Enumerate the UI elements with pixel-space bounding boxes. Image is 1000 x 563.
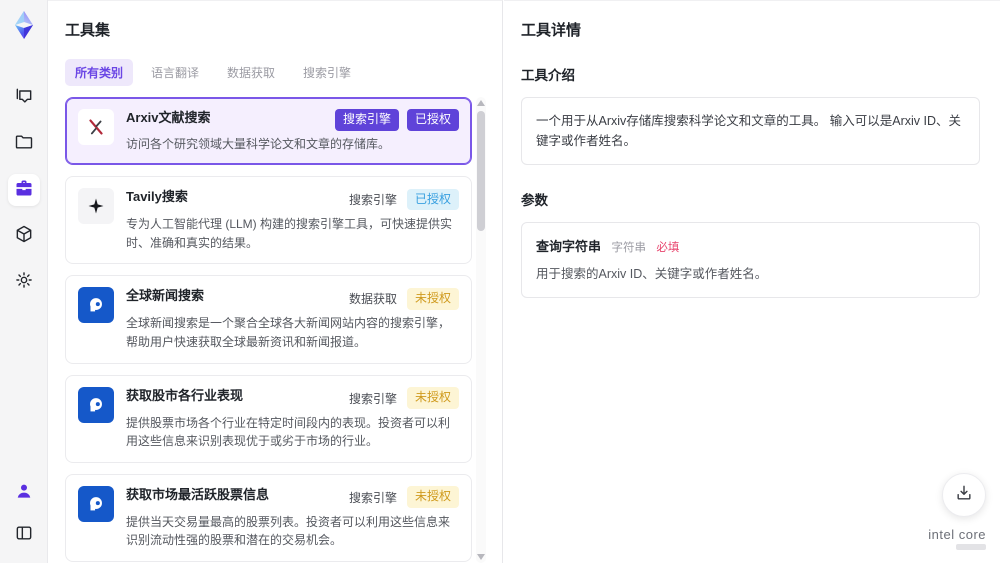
- page-title: 工具集: [65, 22, 111, 39]
- intro-box: 一个用于从Arxiv存储库搜索科学论文和文章的工具。 输入可以是Arxiv ID…: [521, 97, 980, 165]
- arxiv-logo-icon: [78, 109, 114, 145]
- tool-name: Tavily搜索: [126, 189, 188, 205]
- sidebar-item-collapse[interactable]: [8, 519, 40, 551]
- category-badge: 搜索引擎: [348, 193, 397, 208]
- sidebar-item-packages[interactable]: [8, 220, 40, 252]
- tool-name: 获取股市各行业表现: [126, 387, 244, 403]
- brand-text: intel core: [928, 527, 986, 542]
- intel-core-logo: intel core: [928, 527, 986, 550]
- brand-subtext-bar: [956, 544, 986, 550]
- news-blue-logo-icon: [78, 287, 114, 324]
- cube-icon: [14, 224, 34, 249]
- tavily-star-icon: [78, 188, 114, 225]
- tool-name: 全球新闻搜索: [126, 288, 205, 304]
- tab-data-fetch[interactable]: 数据获取: [217, 59, 285, 86]
- scroll-down-icon[interactable]: [477, 554, 485, 560]
- download-button[interactable]: [942, 473, 986, 517]
- sidebar-item-user[interactable]: [8, 477, 40, 509]
- gear-icon: [14, 270, 34, 295]
- tool-name: 获取市场最活跃股票信息: [126, 486, 270, 502]
- tool-description: 访问各个研究领域大量科学论文和文章的存储库。: [126, 136, 391, 151]
- tool-name: Arxiv文献搜索: [126, 110, 211, 125]
- download-icon: [954, 483, 974, 508]
- intro-text: 一个用于从Arxiv存储库搜索科学论文和文章的工具。 输入可以是Arxiv ID…: [536, 114, 962, 148]
- auth-status-badge: 已授权: [406, 109, 459, 131]
- category-tabs: 所有类别 语言翻译 数据获取 搜索引擎: [65, 59, 486, 86]
- tool-detail-panel: 工具详情 工具介绍 一个用于从Arxiv存储库搜索科学论文和文章的工具。 输入可…: [504, 0, 1000, 563]
- sidebar-item-files[interactable]: [8, 128, 40, 160]
- tool-list: Arxiv文献搜索 搜索引擎 已授权 访问各个研究领域大量科学论文和文章的存储库…: [65, 97, 486, 563]
- stock-blue-logo-icon: [78, 386, 114, 423]
- auth-status-badge: 已授权: [406, 188, 459, 211]
- tool-card-active-stocks[interactable]: 获取市场最活跃股票信息 搜索引擎 未授权 提供当天交易量最高的股票列表。投资者可…: [65, 473, 472, 562]
- briefcase-icon: [14, 178, 34, 203]
- auth-status-badge: 未授权: [406, 486, 459, 509]
- detail-title: 工具详情: [521, 22, 582, 39]
- sidebar-item-tools[interactable]: [7, 174, 40, 206]
- auth-status-badge: 未授权: [406, 288, 459, 310]
- tool-description: 全球新闻搜索是一个聚合全球各大新闻网站内容的搜索引擎，帮助用户快速获取全球最新资…: [126, 316, 451, 349]
- scroll-up-icon[interactable]: [477, 100, 485, 106]
- category-badge: 搜索引擎: [348, 490, 397, 505]
- category-badge: 搜索引擎: [348, 391, 397, 406]
- tool-card-tavily[interactable]: Tavily搜索 搜索引擎 已授权 专为人工智能代理 (LLM) 构建的搜索引擎…: [65, 176, 472, 265]
- parameter-type: 字符串: [611, 242, 646, 254]
- chat-icon: [14, 86, 34, 111]
- app-rail: [0, 0, 48, 563]
- sidebar-item-settings[interactable]: [8, 266, 40, 298]
- tool-list-panel: 工具集 所有类别 语言翻译 数据获取 搜索引擎 Arxiv文献搜索 搜索引擎 已…: [48, 0, 503, 563]
- category-badge: 搜索引擎: [334, 109, 399, 131]
- stock-blue-logo-icon: [78, 485, 114, 522]
- category-badge: 数据获取: [348, 292, 397, 307]
- parameter-card: 查询字符串 字符串 必填 用于搜索的Arxiv ID、关键字或作者姓名。: [521, 222, 980, 298]
- tool-card-global-news[interactable]: 全球新闻搜索 数据获取 未授权 全球新闻搜索是一个聚合全球各大新闻网站内容的搜索…: [65, 275, 472, 364]
- sidebar-item-chat[interactable]: [8, 82, 40, 114]
- app-logo-icon[interactable]: [9, 10, 39, 40]
- folder-icon: [14, 132, 34, 157]
- parameter-description: 用于搜索的Arxiv ID、关键字或作者姓名。: [536, 267, 768, 281]
- tool-card-stock-sectors[interactable]: 获取股市各行业表现 搜索引擎 未授权 提供股票市场各个行业在特定时间段内的表现。…: [65, 374, 472, 463]
- list-scrollbar[interactable]: [476, 97, 486, 563]
- tool-card-arxiv[interactable]: Arxiv文献搜索 搜索引擎 已授权 访问各个研究领域大量科学论文和文章的存储库…: [65, 97, 472, 166]
- parameter-name: 查询字符串: [536, 239, 602, 254]
- tab-all-categories[interactable]: 所有类别: [65, 59, 134, 86]
- panel-collapse-icon: [14, 523, 34, 548]
- tool-description: 提供当天交易量最高的股票列表。投资者可以利用这些信息来识别流动性强的股票和潜在的…: [126, 514, 451, 548]
- params-heading: 参数: [521, 193, 548, 208]
- tab-search-engine[interactable]: 搜索引擎: [293, 59, 361, 86]
- auth-status-badge: 未授权: [406, 387, 459, 409]
- tool-description: 专为人工智能代理 (LLM) 构建的搜索引擎工具，可快速提供实时、准确和真实的结…: [126, 217, 453, 250]
- scrollbar-thumb[interactable]: [477, 111, 485, 231]
- intro-heading: 工具介绍: [521, 68, 575, 83]
- parameter-required-badge: 必填: [656, 242, 680, 254]
- tab-translation[interactable]: 语言翻译: [141, 59, 209, 86]
- user-icon: [14, 481, 34, 506]
- tool-description: 提供股票市场各个行业在特定时间段内的表现。投资者可以利用这些信息来识别表现优于或…: [126, 415, 451, 449]
